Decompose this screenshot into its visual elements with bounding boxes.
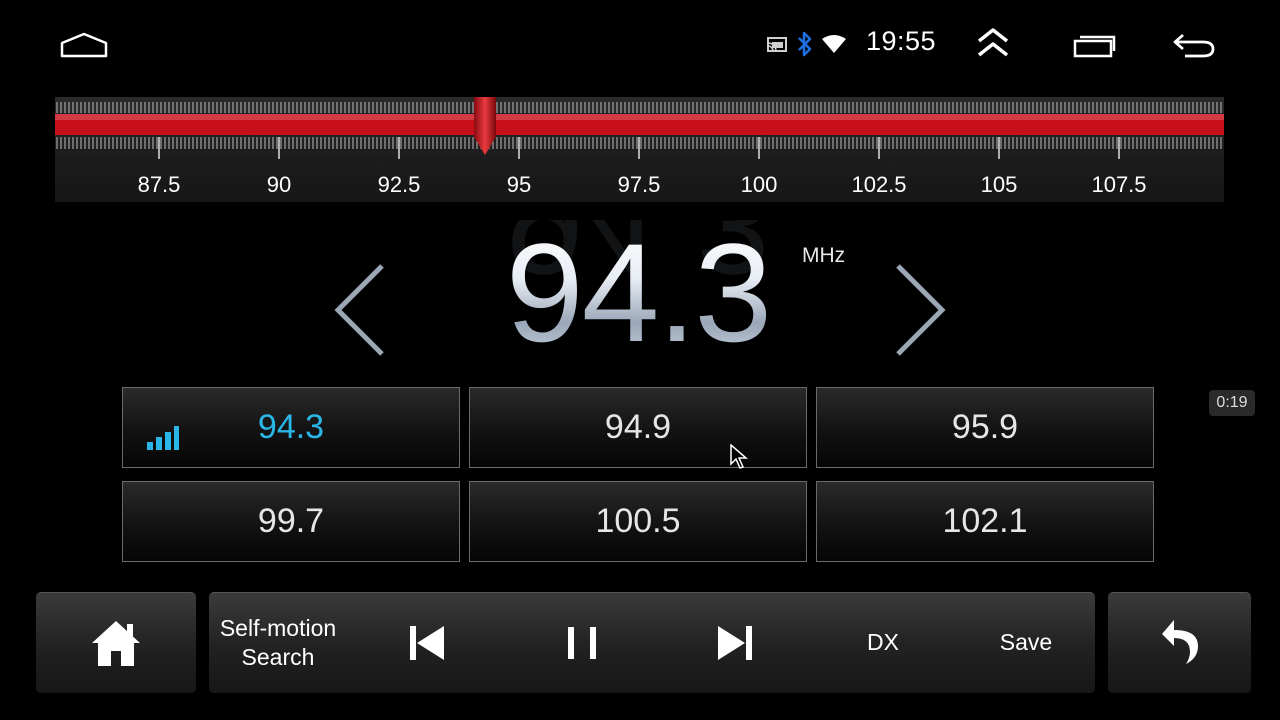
preset-4-label: 99.7 — [257, 502, 325, 540]
wifi-icon — [820, 33, 848, 55]
preset-3[interactable]: 95.9 — [816, 387, 1154, 468]
home-icon — [92, 620, 140, 666]
status-clock: 19:55 — [866, 26, 937, 56]
save-button[interactable]: Save — [986, 592, 1066, 693]
tuner-dial[interactable]: 87.5 90 92.5 95 97.5 100 102.5 105 107.5 — [55, 97, 1224, 202]
search-label-line1: Self-motion — [219, 614, 337, 641]
preset-2[interactable]: 94.9 — [469, 387, 807, 468]
home-outline-icon[interactable] — [58, 30, 110, 60]
recording-timer: 0:19 — [1209, 390, 1255, 416]
cast-icon — [765, 36, 789, 54]
dial-label: 107.5 — [1091, 172, 1147, 197]
back-arrow-icon[interactable] — [1170, 30, 1218, 60]
home-button[interactable] — [36, 592, 196, 693]
previous-button[interactable] — [395, 592, 459, 693]
dial-label: 95 — [506, 172, 532, 197]
pause-icon — [568, 626, 596, 659]
preset-1-label: 94.3 — [257, 408, 325, 446]
dial-label: 90 — [266, 172, 292, 197]
dial-label: 100 — [740, 172, 778, 197]
preset-1[interactable]: 94.3 — [122, 387, 460, 468]
preset-2-label: 94.9 — [604, 408, 672, 446]
dial-label: 105 — [980, 172, 1018, 197]
preset-6-label: 102.1 — [942, 502, 1028, 540]
preset-5-label: 100.5 — [595, 502, 681, 540]
preset-4[interactable]: 99.7 — [122, 481, 460, 562]
tune-up-arrow[interactable] — [890, 262, 950, 358]
signal-strength-icon — [147, 420, 179, 459]
return-icon — [1161, 619, 1198, 664]
next-button[interactable] — [703, 592, 767, 693]
bluetooth-icon — [794, 30, 816, 58]
dx-button[interactable]: DX — [850, 592, 916, 693]
dial-label: 97.5 — [617, 172, 661, 197]
recent-apps-icon[interactable] — [1071, 30, 1117, 60]
self-motion-search-button[interactable]: Self-motion Search — [209, 592, 347, 693]
skip-next-icon — [718, 625, 752, 660]
dial-label: 92.5 — [377, 172, 421, 197]
expand-up-icon[interactable] — [972, 26, 1014, 60]
tuner-needle[interactable] — [471, 97, 499, 162]
dial-label: 102.5 — [851, 172, 907, 197]
dial-label: 87.5 — [137, 172, 181, 197]
mouse-cursor — [730, 443, 750, 475]
preset-6[interactable]: 102.1 — [816, 481, 1154, 562]
preset-3-label: 95.9 — [951, 408, 1019, 446]
pause-button[interactable] — [550, 592, 614, 693]
search-label-line2: Search — [241, 643, 315, 670]
preset-5[interactable]: 100.5 — [469, 481, 807, 562]
current-frequency: 94.3 — [478, 218, 798, 368]
skip-previous-icon — [410, 625, 444, 660]
tune-down-arrow[interactable] — [330, 262, 390, 358]
return-button[interactable] — [1108, 592, 1251, 693]
frequency-unit: MHz — [802, 244, 846, 267]
